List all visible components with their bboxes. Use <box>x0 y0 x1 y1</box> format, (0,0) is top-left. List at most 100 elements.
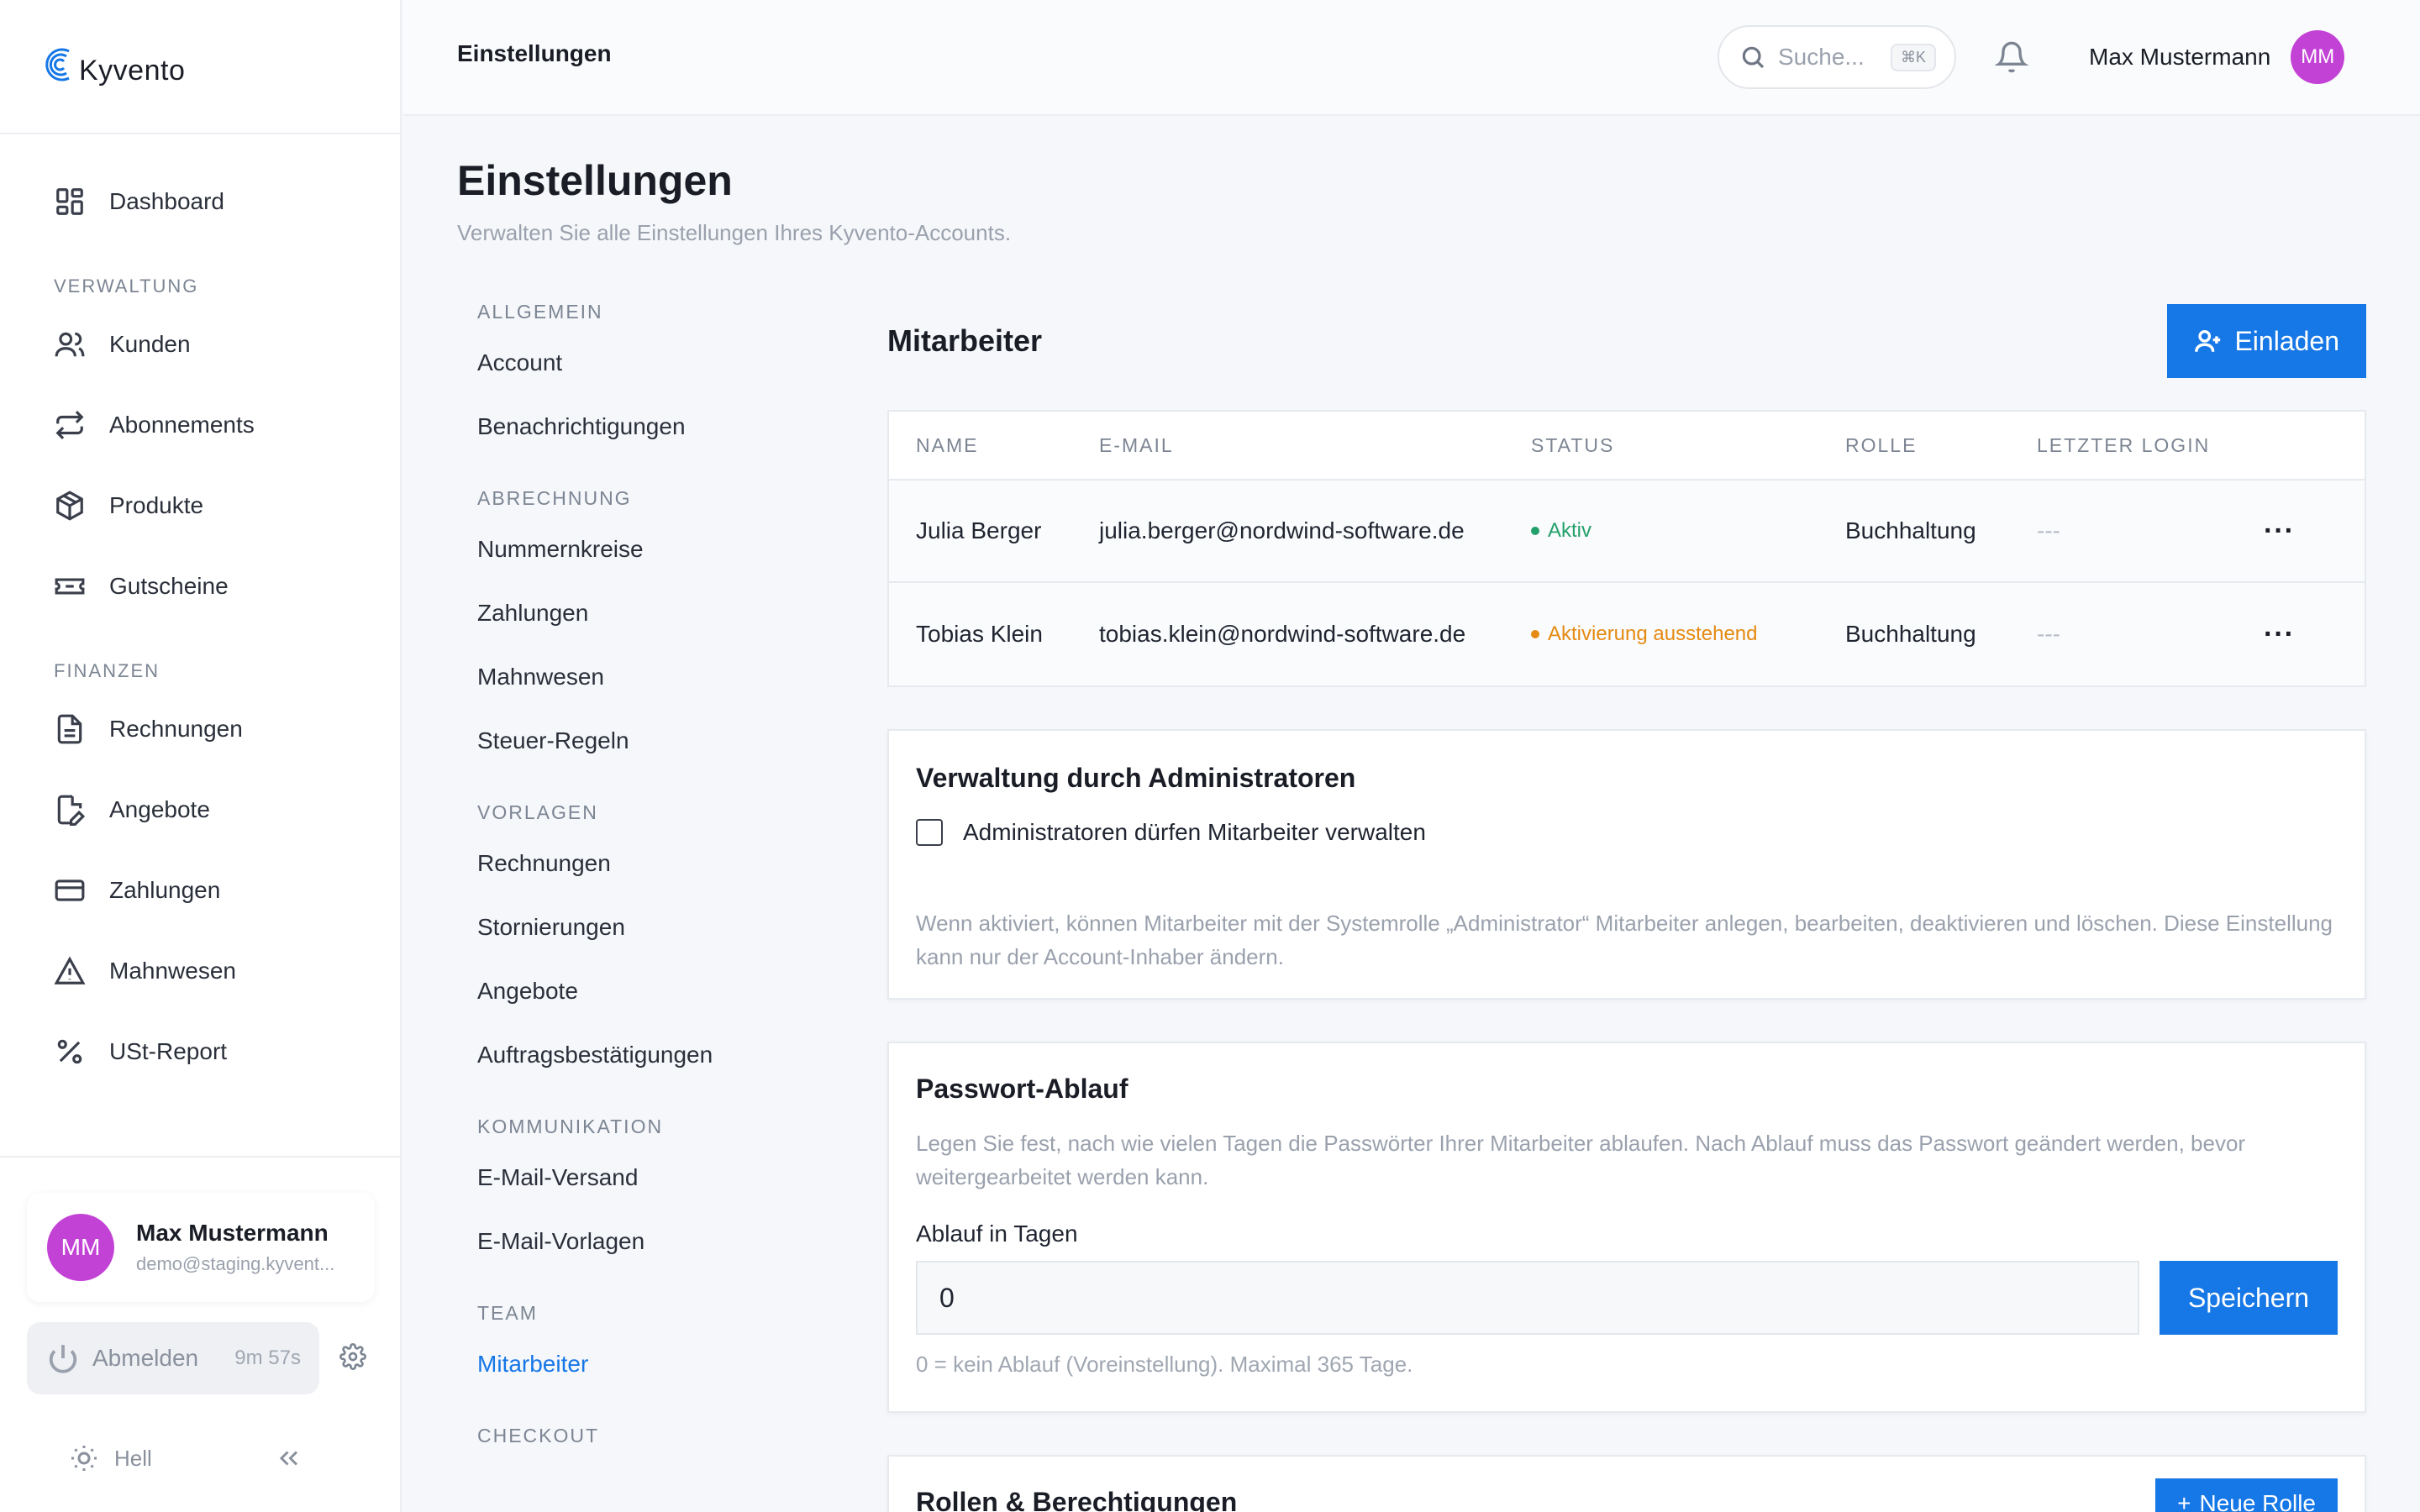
user-plus-icon <box>2195 329 2221 352</box>
settings-nav: ALLGEMEIN Account Benachrichtigungen ABR… <box>477 301 830 1455</box>
chevrons-left-icon[interactable] <box>274 1443 304 1473</box>
nav-item-produkte[interactable]: Produkte <box>0 465 400 546</box>
nav-item-angebote[interactable]: Angebote <box>0 769 400 850</box>
field-hint: 0 = kein Ablauf (Voreinstellung). Maxima… <box>916 1352 1413 1377</box>
nav-item-label: Zahlungen <box>109 877 221 903</box>
user-menu[interactable]: Max Mustermann MM <box>2089 30 2345 84</box>
settings-item-nummernkreise[interactable]: Nummernkreise <box>477 517 830 581</box>
settings-button[interactable] <box>339 1342 366 1374</box>
new-role-button[interactable]: + Neue Rolle <box>2155 1478 2338 1512</box>
settings-item-rechnungen[interactable]: Rechnungen <box>477 832 830 895</box>
employee-last-login: --- <box>2037 621 2060 647</box>
notifications-button[interactable] <box>1994 40 2029 78</box>
employee-name: Tobias Klein <box>916 621 1043 647</box>
nav-item-rechnungen[interactable]: Rechnungen <box>0 689 400 769</box>
help-text: Legen Sie fest, nach wie vielen Tagen di… <box>916 1131 2246 1189</box>
password-expiry-card: Passwort-Ablauf Legen Sie fest, nach wie… <box>887 1042 2366 1413</box>
table-row[interactable]: Julia Berger julia.berger@nordwind-softw… <box>889 480 2365 583</box>
nav-item-ust-report[interactable]: USt-Report <box>0 1011 400 1092</box>
roles-card: Rollen & Berechtigungen + Neue Rolle <box>887 1455 2366 1512</box>
settings-item-mahnwesen[interactable]: Mahnwesen <box>477 645 830 709</box>
section-header: Mitarbeiter Einladen <box>887 304 2366 378</box>
nav-group-verwaltung: VERWALTUNG <box>54 276 199 297</box>
theme-label[interactable]: Hell <box>114 1446 152 1472</box>
nav-item-label: Angebote <box>109 796 210 822</box>
settings-item-angebote[interactable]: Angebote <box>477 959 830 1023</box>
settings-item-account[interactable]: Account <box>477 331 830 395</box>
sun-icon[interactable] <box>69 1443 99 1473</box>
column-header[interactable]: E-MAIL <box>1099 434 1531 457</box>
sidebar-footer: MM Max Mustermann demo@staging.kyvent...… <box>0 1156 400 1512</box>
settings-group-label: KOMMUNIKATION <box>477 1116 664 1137</box>
more-icon[interactable]: ··· <box>2264 618 2365 651</box>
plus-icon: + <box>2177 1490 2191 1512</box>
ticket-icon <box>55 578 85 595</box>
sidebar-user-card[interactable]: MM Max Mustermann demo@staging.kyvent... <box>27 1193 375 1302</box>
percent-icon <box>57 1039 82 1064</box>
dashboard-icon <box>56 188 83 215</box>
nav-item-kunden[interactable]: Kunden <box>0 304 400 385</box>
settings-item-steuer-regeln[interactable]: Steuer-Regeln <box>477 709 830 773</box>
nav-item-label: USt-Report <box>109 1038 228 1064</box>
settings-group-label: VORLAGEN <box>477 801 598 823</box>
page-subtitle: Verwalten Sie alle Einstellungen Ihres K… <box>457 220 1012 245</box>
card-title: Rollen & Berechtigungen <box>916 1487 1238 1512</box>
nav-group-finanzen: FINANZEN <box>54 660 160 681</box>
search-input[interactable]: Suche... ⌘K <box>1718 25 1956 89</box>
table-header: NAME E-MAIL STATUS ROLLE LETZTER LOGIN <box>889 412 2365 480</box>
settings-item-stornierungen[interactable]: Stornierungen <box>477 895 830 959</box>
nav-item-gutscheine[interactable]: Gutscheine <box>0 546 400 627</box>
status-label: Aktivierung ausstehend <box>1548 622 1758 645</box>
nav-item-abonnements[interactable]: Abonnements <box>0 385 400 465</box>
nav-item-dashboard[interactable]: Dashboard <box>0 161 400 242</box>
save-button[interactable]: Speichern <box>2160 1261 2338 1335</box>
status-badge: Aktivierung ausstehend <box>1531 622 1845 646</box>
invite-label: Einladen <box>2234 325 2339 356</box>
column-header[interactable]: ROLLE <box>1845 434 2037 457</box>
section-title: Mitarbeiter <box>887 323 1043 358</box>
invite-button[interactable]: Einladen <box>2167 304 2366 378</box>
more-icon[interactable]: ··· <box>2264 515 2365 548</box>
employee-name: Julia Berger <box>916 517 1042 543</box>
employee-role: Buchhaltung <box>1845 517 1976 543</box>
settings-item-email-vorlagen[interactable]: E-Mail-Vorlagen <box>477 1210 830 1273</box>
admin-management-card: Verwaltung durch Administratoren Adminis… <box>887 729 2366 1000</box>
power-icon <box>49 1345 77 1373</box>
alert-triangle-icon <box>54 956 86 984</box>
checkbox-label: Administratoren dürfen Mitarbeiter verwa… <box>963 819 1426 845</box>
search-shortcut: ⌘K <box>1890 43 1936 71</box>
gear-icon <box>339 1342 366 1370</box>
card-title: Verwaltung durch Administratoren <box>916 763 1356 793</box>
settings-item-zahlungen[interactable]: Zahlungen <box>477 581 830 645</box>
settings-group-label: ABRECHNUNG <box>477 487 632 509</box>
logo[interactable]: Kyvento <box>44 45 185 88</box>
nav-item-label: Rechnungen <box>109 716 243 742</box>
settings-item-email-versand[interactable]: E-Mail-Versand <box>477 1146 830 1210</box>
admin-checkbox-row[interactable]: Administratoren dürfen Mitarbeiter verwa… <box>916 819 2338 846</box>
session-timer: 9m 57s <box>234 1347 301 1369</box>
expiry-days-input[interactable]: 0 <box>916 1261 2139 1335</box>
card-title: Passwort-Ablauf <box>916 1074 1128 1104</box>
column-header[interactable]: STATUS <box>1531 434 1845 457</box>
admin-checkbox[interactable] <box>916 819 943 846</box>
logo-area: Kyvento <box>0 0 400 134</box>
column-header[interactable]: LETZTER LOGIN <box>2037 434 2365 457</box>
table-row[interactable]: Tobias Klein tobias.klein@nordwind-softw… <box>889 583 2365 685</box>
settings-group-label: TEAM <box>477 1302 538 1324</box>
nav-item-label: Mahnwesen <box>109 958 236 984</box>
file-edit-icon <box>57 795 86 826</box>
file-text-icon <box>57 714 82 744</box>
column-header[interactable]: NAME <box>889 434 1099 457</box>
settings-item-auftragsbestaetigungen[interactable]: Auftragsbestätigungen <box>477 1023 830 1087</box>
nav-item-zahlungen[interactable]: Zahlungen <box>0 850 400 931</box>
nav-item-label: Kunden <box>109 331 191 357</box>
settings-item-benachrichtigungen[interactable]: Benachrichtigungen <box>477 395 830 459</box>
theme-row: Hell <box>69 1443 304 1473</box>
main-nav: Dashboard VERWALTUNG Kunden Abonnements … <box>0 134 400 1092</box>
nav-item-mahnwesen[interactable]: Mahnwesen <box>0 931 400 1011</box>
nav-item-label: Abonnements <box>109 412 255 438</box>
settings-item-mitarbeiter[interactable]: Mitarbeiter <box>477 1332 830 1396</box>
logout-button[interactable]: Abmelden 9m 57s <box>27 1322 319 1394</box>
help-text: Wenn aktiviert, können Mitarbeiter mit d… <box>916 911 2333 969</box>
box-icon <box>56 491 83 521</box>
